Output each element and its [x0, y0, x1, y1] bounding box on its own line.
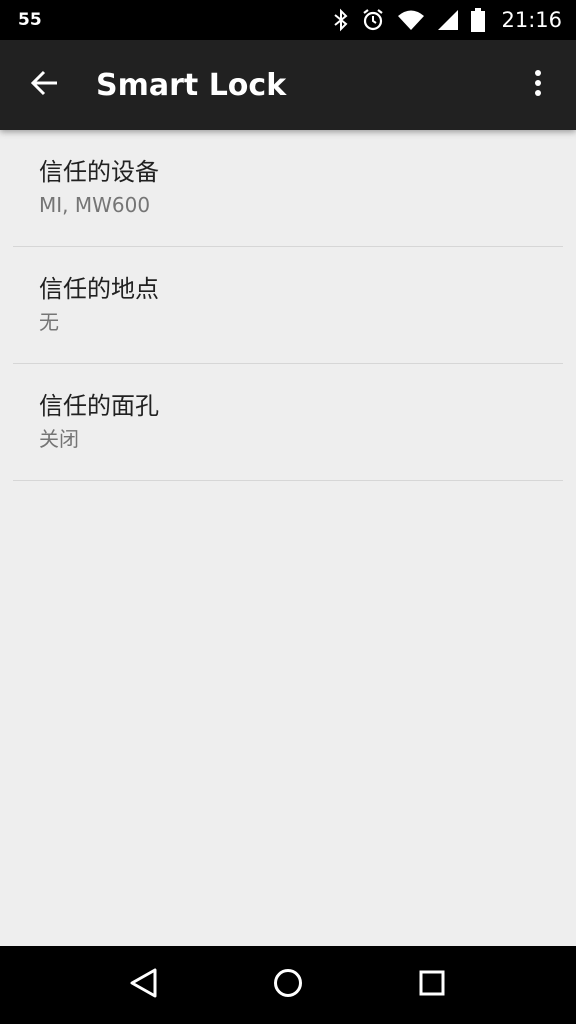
overflow-menu-button[interactable] [500, 40, 576, 130]
navigation-bar [0, 946, 576, 1024]
signal-icon [437, 9, 459, 31]
divider [13, 480, 563, 481]
list-item-summary: MI, MW600 [39, 193, 151, 217]
nav-back-button[interactable] [104, 946, 184, 1024]
nav-recents-button[interactable] [392, 946, 472, 1024]
list-item-trusted-devices[interactable]: 信任的设备 MI, MW600 [0, 130, 576, 247]
status-icons: 21:16 [333, 8, 562, 32]
list-item-summary: 无 [39, 310, 59, 334]
back-triangle-icon [129, 967, 159, 1003]
status-time: 21:16 [501, 8, 562, 32]
arrow-back-icon [30, 69, 59, 101]
recents-square-icon [417, 968, 447, 1002]
status-bar: 55 21:16 [0, 0, 576, 40]
bluetooth-icon [333, 8, 349, 32]
notification-count: 55 [18, 10, 42, 30]
battery-icon [471, 8, 486, 32]
home-circle-icon [272, 967, 304, 1003]
alarm-icon [361, 8, 385, 32]
app-bar: Smart Lock [0, 40, 576, 130]
list-item-title: 信任的设备 [39, 158, 159, 186]
wifi-icon [397, 9, 425, 31]
page-title: Smart Lock [96, 67, 287, 103]
back-button[interactable] [0, 40, 90, 130]
list-item-summary: 关闭 [39, 427, 79, 451]
list-item-title: 信任的面孔 [39, 392, 159, 420]
more-vert-icon [534, 69, 542, 101]
settings-list: 信任的设备 MI, MW600 信任的地点 无 信任的面孔 关闭 [0, 130, 576, 481]
nav-home-button[interactable] [248, 946, 328, 1024]
list-item-trusted-places[interactable]: 信任的地点 无 [0, 247, 576, 364]
list-item-trusted-face[interactable]: 信任的面孔 关闭 [0, 364, 576, 481]
list-item-title: 信任的地点 [39, 275, 159, 303]
